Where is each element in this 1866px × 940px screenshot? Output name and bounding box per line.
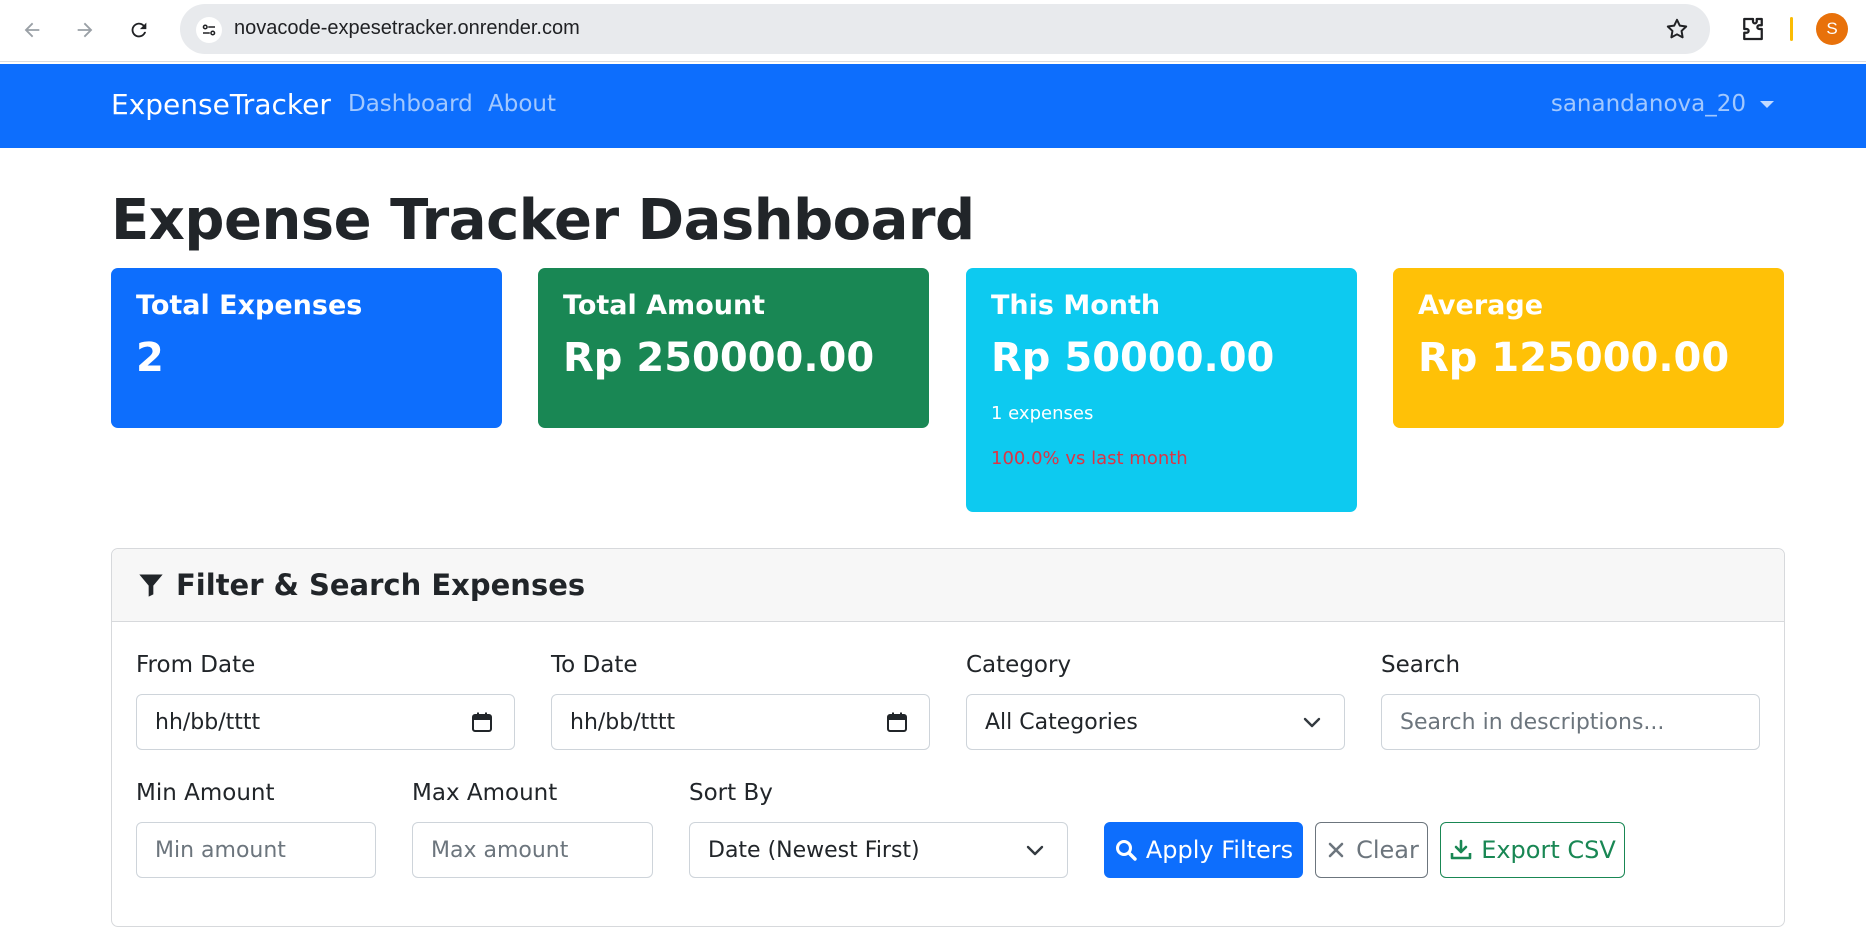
max-amount-placeholder: Max amount <box>431 837 569 863</box>
min-amount-input[interactable]: Min amount <box>136 822 376 878</box>
min-amount-placeholder: Min amount <box>155 837 286 863</box>
apply-filters-label: Apply Filters <box>1145 836 1294 864</box>
arrow-right-icon <box>77 22 93 38</box>
card-this-month: This Month Rp 50000.00 1 expenses 100.0%… <box>966 268 1357 512</box>
search-placeholder: Search in descriptions... <box>1400 709 1665 735</box>
page-title: Expense Tracker Dashboard <box>111 188 975 253</box>
profile-avatar[interactable]: S <box>1816 13 1848 45</box>
card-total-expenses: Total Expenses 2 <box>111 268 502 428</box>
card-subtext: 1 expenses <box>991 403 1094 424</box>
arrow-left-icon <box>24 22 40 38</box>
search-label: Search <box>1381 652 1461 678</box>
browser-toolbar: novacode-expesetracker.onrender.com S <box>0 0 1866 62</box>
nav-link-dashboard[interactable]: Dashboard <box>348 91 473 117</box>
user-dropdown[interactable]: sanandanova_20 <box>1551 91 1774 117</box>
min-amount-label: Min Amount <box>136 780 275 806</box>
export-csv-button[interactable]: Export CSV <box>1440 822 1625 878</box>
back-button[interactable] <box>12 10 52 50</box>
card-value: Rp 50000.00 <box>991 335 1275 381</box>
card-value: 2 <box>136 335 164 381</box>
card-title: Total Amount <box>563 290 766 321</box>
filter-icon <box>139 574 163 597</box>
clear-filters-label: Clear <box>1356 836 1419 864</box>
max-amount-label: Max Amount <box>412 780 558 806</box>
filter-card-header: Filter & Search Expenses <box>112 549 1784 622</box>
card-title: This Month <box>991 290 1161 321</box>
bookmark-star-icon[interactable] <box>1664 16 1690 42</box>
card-value: Rp 250000.00 <box>563 335 875 381</box>
category-select[interactable]: All Categories <box>966 694 1345 750</box>
app-navbar: ExpenseTracker Dashboard About sanandano… <box>0 64 1866 148</box>
from-date-input[interactable]: hh/bb/tttt <box>136 694 515 750</box>
sort-by-selected-value: Date (Newest First) <box>708 837 920 863</box>
calendar-icon[interactable] <box>470 710 494 734</box>
card-title: Average <box>1418 290 1544 321</box>
download-icon <box>1450 839 1472 860</box>
search-icon <box>1115 840 1137 861</box>
from-date-label: From Date <box>136 652 256 678</box>
export-csv-label: Export CSV <box>1481 836 1616 864</box>
from-date-value: hh/bb/tttt <box>155 709 261 735</box>
card-average: Average Rp 125000.00 <box>1393 268 1784 428</box>
sort-by-label: Sort By <box>689 780 773 806</box>
extensions-puzzle-icon[interactable] <box>1738 14 1768 44</box>
max-amount-input[interactable]: Max amount <box>412 822 653 878</box>
card-trend: 100.0% vs last month <box>991 448 1188 469</box>
navbar-brand[interactable]: ExpenseTracker <box>111 88 331 121</box>
nav-link-about[interactable]: About <box>488 91 556 117</box>
reload-button[interactable] <box>119 10 159 50</box>
to-date-value: hh/bb/tttt <box>570 709 676 735</box>
search-input[interactable]: Search in descriptions... <box>1381 694 1760 750</box>
to-date-label: To Date <box>551 652 638 678</box>
site-info-icon[interactable] <box>196 17 222 43</box>
address-bar[interactable]: novacode-expesetracker.onrender.com <box>180 4 1710 54</box>
card-total-amount: Total Amount Rp 250000.00 <box>538 268 929 428</box>
card-value: Rp 125000.00 <box>1418 335 1730 381</box>
sort-by-select[interactable]: Date (Newest First) <box>689 822 1068 878</box>
url-text: novacode-expesetracker.onrender.com <box>234 17 580 39</box>
chevron-down-icon <box>1026 845 1044 856</box>
reload-icon <box>131 22 147 38</box>
card-title: Total Expenses <box>136 290 363 321</box>
calendar-icon[interactable] <box>885 710 909 734</box>
to-date-input[interactable]: hh/bb/tttt <box>551 694 930 750</box>
filter-card-title: Filter & Search Expenses <box>176 568 586 602</box>
close-icon <box>1328 842 1344 858</box>
apply-filters-button[interactable]: Apply Filters <box>1104 822 1303 878</box>
category-label: Category <box>966 652 1072 678</box>
toolbar-divider <box>1790 17 1793 41</box>
clear-filters-button[interactable]: Clear <box>1315 822 1428 878</box>
chevron-down-icon <box>1303 717 1321 728</box>
caret-down-icon <box>1760 100 1774 108</box>
category-selected-value: All Categories <box>985 709 1138 735</box>
forward-button[interactable] <box>65 10 105 50</box>
username-label: sanandanova_20 <box>1550 91 1746 117</box>
